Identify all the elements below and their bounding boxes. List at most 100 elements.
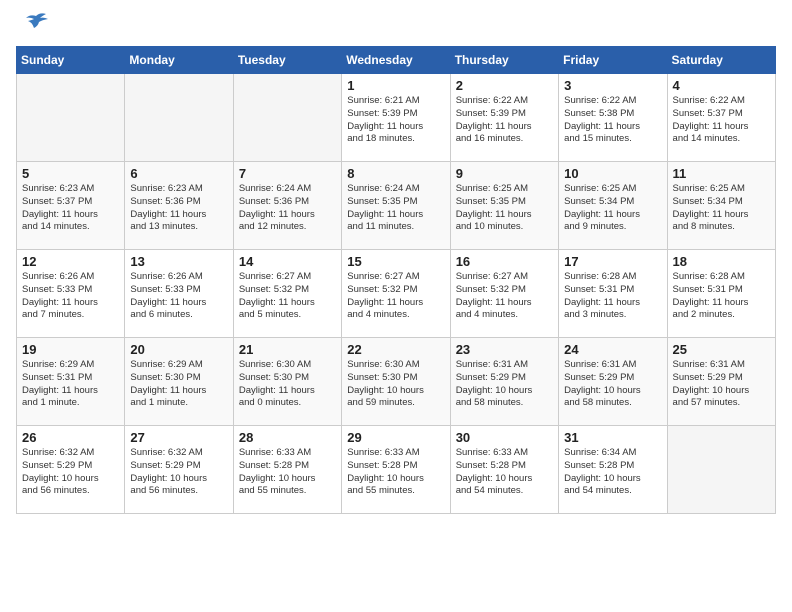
calendar-cell: 12 Sunrise: 6:26 AM Sunset: 5:33 PM Dayli… — [17, 250, 125, 338]
logo-bird-icon — [22, 12, 50, 34]
day-number: 24 — [564, 342, 661, 357]
day-number: 27 — [130, 430, 227, 445]
calendar-cell: 20Sunrise: 6:29 AM Sunset: 5:30 PM Dayli… — [125, 338, 233, 426]
day-number: 5 — [22, 166, 119, 181]
day-info: Sunrise: 6:30 AM Sunset: 5:30 PM Dayligh… — [347, 359, 444, 410]
header-row: SundayMondayTuesdayWednesdayThursdayFrid… — [17, 47, 776, 74]
calendar-cell: 31 Sunrise: 6:34 AM Sunset: 5:28 PM Dayli… — [559, 426, 667, 514]
day-info: Sunrise: 6:33 AM Sunset: 5:28 PM Dayligh… — [347, 447, 444, 498]
day-info: Sunrise: 6:22 AM Sunset: 5:37 PM Dayligh… — [673, 95, 770, 146]
week-row-2: 5 Sunrise: 6:23 AM Sunset: 5:37 PM Daylig… — [17, 162, 776, 250]
day-info: Sunrise: 6:28 AM Sunset: 5:31 PM Dayligh… — [564, 271, 661, 322]
day-number: 9 — [456, 166, 553, 181]
day-info: Sunrise: 6:22 AM Sunset: 5:39 PM Dayligh… — [456, 95, 553, 146]
calendar-cell: 1 Sunrise: 6:21 AM Sunset: 5:39 PM Daylig… — [342, 74, 450, 162]
day-info: Sunrise: 6:34 AM Sunset: 5:28 PM Dayligh… — [564, 447, 661, 498]
day-info: Sunrise: 6:29 AM Sunset: 5:31 PM Dayligh… — [22, 359, 119, 410]
day-number: 25 — [673, 342, 770, 357]
day-number: 6 — [130, 166, 227, 181]
calendar-cell: 5 Sunrise: 6:23 AM Sunset: 5:37 PM Daylig… — [17, 162, 125, 250]
col-header-saturday: Saturday — [667, 47, 775, 74]
day-number: 10 — [564, 166, 661, 181]
week-row-4: 19 Sunrise: 6:29 AM Sunset: 5:31 PM Dayli… — [17, 338, 776, 426]
day-info: Sunrise: 6:26 AM Sunset: 5:33 PM Dayligh… — [22, 271, 119, 322]
day-info: Sunrise: 6:27 AM Sunset: 5:32 PM Dayligh… — [347, 271, 444, 322]
calendar-cell: 28Sunrise: 6:33 AM Sunset: 5:28 PM Dayli… — [233, 426, 341, 514]
day-number: 29 — [347, 430, 444, 445]
day-info: Sunrise: 6:31 AM Sunset: 5:29 PM Dayligh… — [673, 359, 770, 410]
calendar-cell: 16 Sunrise: 6:27 AM Sunset: 5:32 PM Dayli… — [450, 250, 558, 338]
day-number: 14 — [239, 254, 336, 269]
day-info: Sunrise: 6:27 AM Sunset: 5:32 PM Dayligh… — [239, 271, 336, 322]
col-header-monday: Monday — [125, 47, 233, 74]
day-info: Sunrise: 6:30 AM Sunset: 5:30 PM Dayligh… — [239, 359, 336, 410]
day-number: 8 — [347, 166, 444, 181]
day-number: 31 — [564, 430, 661, 445]
day-number: 11 — [673, 166, 770, 181]
col-header-tuesday: Tuesday — [233, 47, 341, 74]
calendar-cell: 19 Sunrise: 6:29 AM Sunset: 5:31 PM Dayli… — [17, 338, 125, 426]
day-number: 19 — [22, 342, 119, 357]
calendar-cell: 29 Sunrise: 6:33 AM Sunset: 5:28 PM Dayli… — [342, 426, 450, 514]
day-info: Sunrise: 6:26 AM Sunset: 5:33 PM Dayligh… — [130, 271, 227, 322]
week-row-3: 12 Sunrise: 6:26 AM Sunset: 5:33 PM Dayli… — [17, 250, 776, 338]
day-info: Sunrise: 6:22 AM Sunset: 5:38 PM Dayligh… — [564, 95, 661, 146]
day-number: 30 — [456, 430, 553, 445]
day-number: 12 — [22, 254, 119, 269]
calendar-cell: 22Sunrise: 6:30 AM Sunset: 5:30 PM Dayli… — [342, 338, 450, 426]
day-info: Sunrise: 6:21 AM Sunset: 5:39 PM Dayligh… — [347, 95, 444, 146]
day-info: Sunrise: 6:33 AM Sunset: 5:28 PM Dayligh… — [456, 447, 553, 498]
day-info: Sunrise: 6:29 AM Sunset: 5:30 PM Dayligh… — [130, 359, 227, 410]
calendar-cell: 6 Sunrise: 6:23 AM Sunset: 5:36 PM Daylig… — [125, 162, 233, 250]
calendar-body: 1 Sunrise: 6:21 AM Sunset: 5:39 PM Daylig… — [17, 74, 776, 514]
day-number: 17 — [564, 254, 661, 269]
calendar-cell — [233, 74, 341, 162]
day-number: 3 — [564, 78, 661, 93]
calendar-table: SundayMondayTuesdayWednesdayThursdayFrid… — [16, 46, 776, 514]
calendar-cell: 23 Sunrise: 6:31 AM Sunset: 5:29 PM Dayli… — [450, 338, 558, 426]
calendar-cell: 26 Sunrise: 6:32 AM Sunset: 5:29 PM Dayli… — [17, 426, 125, 514]
day-info: Sunrise: 6:23 AM Sunset: 5:37 PM Dayligh… — [22, 183, 119, 234]
day-info: Sunrise: 6:31 AM Sunset: 5:29 PM Dayligh… — [456, 359, 553, 410]
day-number: 21 — [239, 342, 336, 357]
calendar-cell: 14 Sunrise: 6:27 AM Sunset: 5:32 PM Dayli… — [233, 250, 341, 338]
day-info: Sunrise: 6:27 AM Sunset: 5:32 PM Dayligh… — [456, 271, 553, 322]
calendar-cell: 21 Sunrise: 6:30 AM Sunset: 5:30 PM Dayli… — [233, 338, 341, 426]
day-number: 26 — [22, 430, 119, 445]
day-number: 7 — [239, 166, 336, 181]
day-number: 13 — [130, 254, 227, 269]
calendar-cell: 17 Sunrise: 6:28 AM Sunset: 5:31 PM Dayli… — [559, 250, 667, 338]
day-info: Sunrise: 6:24 AM Sunset: 5:35 PM Dayligh… — [347, 183, 444, 234]
day-info: Sunrise: 6:32 AM Sunset: 5:29 PM Dayligh… — [130, 447, 227, 498]
day-info: Sunrise: 6:23 AM Sunset: 5:36 PM Dayligh… — [130, 183, 227, 234]
calendar-cell: 27 Sunrise: 6:32 AM Sunset: 5:29 PM Dayli… — [125, 426, 233, 514]
calendar-cell: 11 Sunrise: 6:25 AM Sunset: 5:34 PM Dayli… — [667, 162, 775, 250]
calendar-cell: 13 Sunrise: 6:26 AM Sunset: 5:33 PM Dayli… — [125, 250, 233, 338]
day-info: Sunrise: 6:31 AM Sunset: 5:29 PM Dayligh… — [564, 359, 661, 410]
calendar-cell: 18Sunrise: 6:28 AM Sunset: 5:31 PM Dayli… — [667, 250, 775, 338]
calendar-cell — [17, 74, 125, 162]
calendar-cell — [667, 426, 775, 514]
col-header-thursday: Thursday — [450, 47, 558, 74]
day-number: 23 — [456, 342, 553, 357]
day-number: 16 — [456, 254, 553, 269]
calendar-cell: 24 Sunrise: 6:31 AM Sunset: 5:29 PM Dayli… — [559, 338, 667, 426]
calendar-cell — [125, 74, 233, 162]
calendar-cell: 7Sunrise: 6:24 AM Sunset: 5:36 PM Daylig… — [233, 162, 341, 250]
calendar-header: SundayMondayTuesdayWednesdayThursdayFrid… — [17, 47, 776, 74]
day-number: 15 — [347, 254, 444, 269]
day-number: 4 — [673, 78, 770, 93]
day-info: Sunrise: 6:25 AM Sunset: 5:34 PM Dayligh… — [564, 183, 661, 234]
day-info: Sunrise: 6:25 AM Sunset: 5:34 PM Dayligh… — [673, 183, 770, 234]
col-header-friday: Friday — [559, 47, 667, 74]
day-info: Sunrise: 6:33 AM Sunset: 5:28 PM Dayligh… — [239, 447, 336, 498]
calendar-cell: 30 Sunrise: 6:33 AM Sunset: 5:28 PM Dayli… — [450, 426, 558, 514]
header — [16, 16, 776, 34]
day-info: Sunrise: 6:28 AM Sunset: 5:31 PM Dayligh… — [673, 271, 770, 322]
week-row-5: 26 Sunrise: 6:32 AM Sunset: 5:29 PM Dayli… — [17, 426, 776, 514]
logo — [16, 16, 50, 34]
day-number: 1 — [347, 78, 444, 93]
calendar-cell: 25 Sunrise: 6:31 AM Sunset: 5:29 PM Dayli… — [667, 338, 775, 426]
day-info: Sunrise: 6:32 AM Sunset: 5:29 PM Dayligh… — [22, 447, 119, 498]
day-number: 2 — [456, 78, 553, 93]
